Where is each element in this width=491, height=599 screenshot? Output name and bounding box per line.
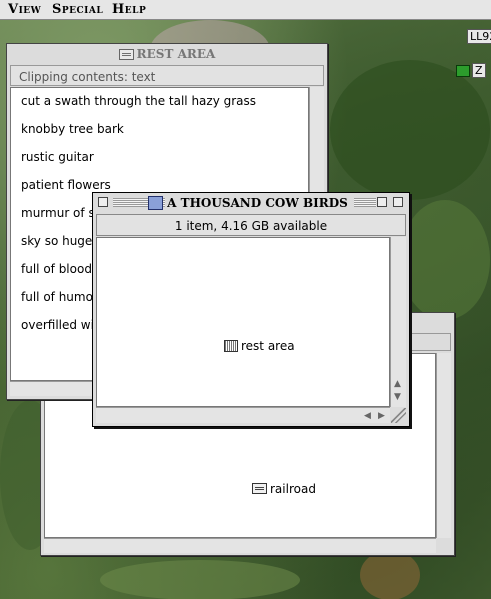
clipping-line: cut a swath through the tall hazy grass [21,94,257,108]
scroll-right-arrow-icon[interactable]: ▶ [378,411,385,421]
cow-birds-status-text: 1 item, 4.16 GB available [174,219,328,233]
menu-view[interactable]: View [8,2,41,17]
clipping-line: full of blood [21,262,92,276]
rest-area-header-text: Clipping contents: text [19,70,156,84]
cow-birds-status-bar: 1 item, 4.16 GB available [96,214,406,236]
background-window-vertical-scrollbar[interactable] [436,353,451,538]
railroad-item-label: railroad [270,481,316,496]
clipping-line: patient flowers [21,178,111,192]
rest-area-titlebar[interactable]: REST AREA [7,44,327,64]
background-foliage [360,550,420,599]
scroll-left-arrow-icon[interactable]: ◀ [364,411,371,421]
clipping-icon [252,483,267,494]
cow-birds-title: A THOUSAND COW BIRDS [167,196,354,210]
folder-icon [148,196,164,210]
clipping-line: knobby tree bark [21,122,124,136]
background-window-horizontal-scrollbar[interactable] [44,538,436,553]
menu-bar: View Special Help [0,0,491,20]
clipping-file-icon [224,339,238,352]
desktop-disk-label[interactable]: Z [472,63,486,78]
cow-birds-content: rest area [96,237,390,407]
rest-area-title: REST AREA [136,47,216,61]
clipping-line: rustic guitar [21,150,94,164]
background-foliage [400,200,490,320]
close-box[interactable] [98,197,108,207]
menu-special[interactable]: Special [52,2,103,17]
collapse-box[interactable] [393,197,403,207]
menu-help[interactable]: Help [112,2,146,17]
cow-birds-vertical-scrollbar[interactable]: ▲ ▼ [390,237,406,407]
cow-birds-titlebar[interactable]: A THOUSAND COW BIRDS [93,193,409,213]
rest-area-item-label: rest area [241,338,295,353]
cow-birds-window[interactable]: A THOUSAND COW BIRDS 1 item, 4.16 GB ava… [92,192,410,427]
clipping-line: full of humor [21,290,98,304]
railroad-item[interactable]: railroad [252,478,316,497]
background-foliage [100,560,300,599]
rest-area-header: Clipping contents: text [10,65,324,86]
desktop-disk-label[interactable]: LL92 [467,29,491,44]
network-disk-icon[interactable] [456,65,470,77]
scroll-down-arrow-icon[interactable]: ▼ [394,392,401,402]
resize-grip-icon[interactable] [391,408,406,423]
clipping-icon [118,48,134,60]
background-foliage [330,60,490,200]
cow-birds-horizontal-scrollbar[interactable]: ◀ ▶ [96,407,390,423]
scroll-up-arrow-icon[interactable]: ▲ [394,379,401,389]
rest-area-item[interactable]: rest area [224,335,295,354]
zoom-box[interactable] [377,197,387,207]
